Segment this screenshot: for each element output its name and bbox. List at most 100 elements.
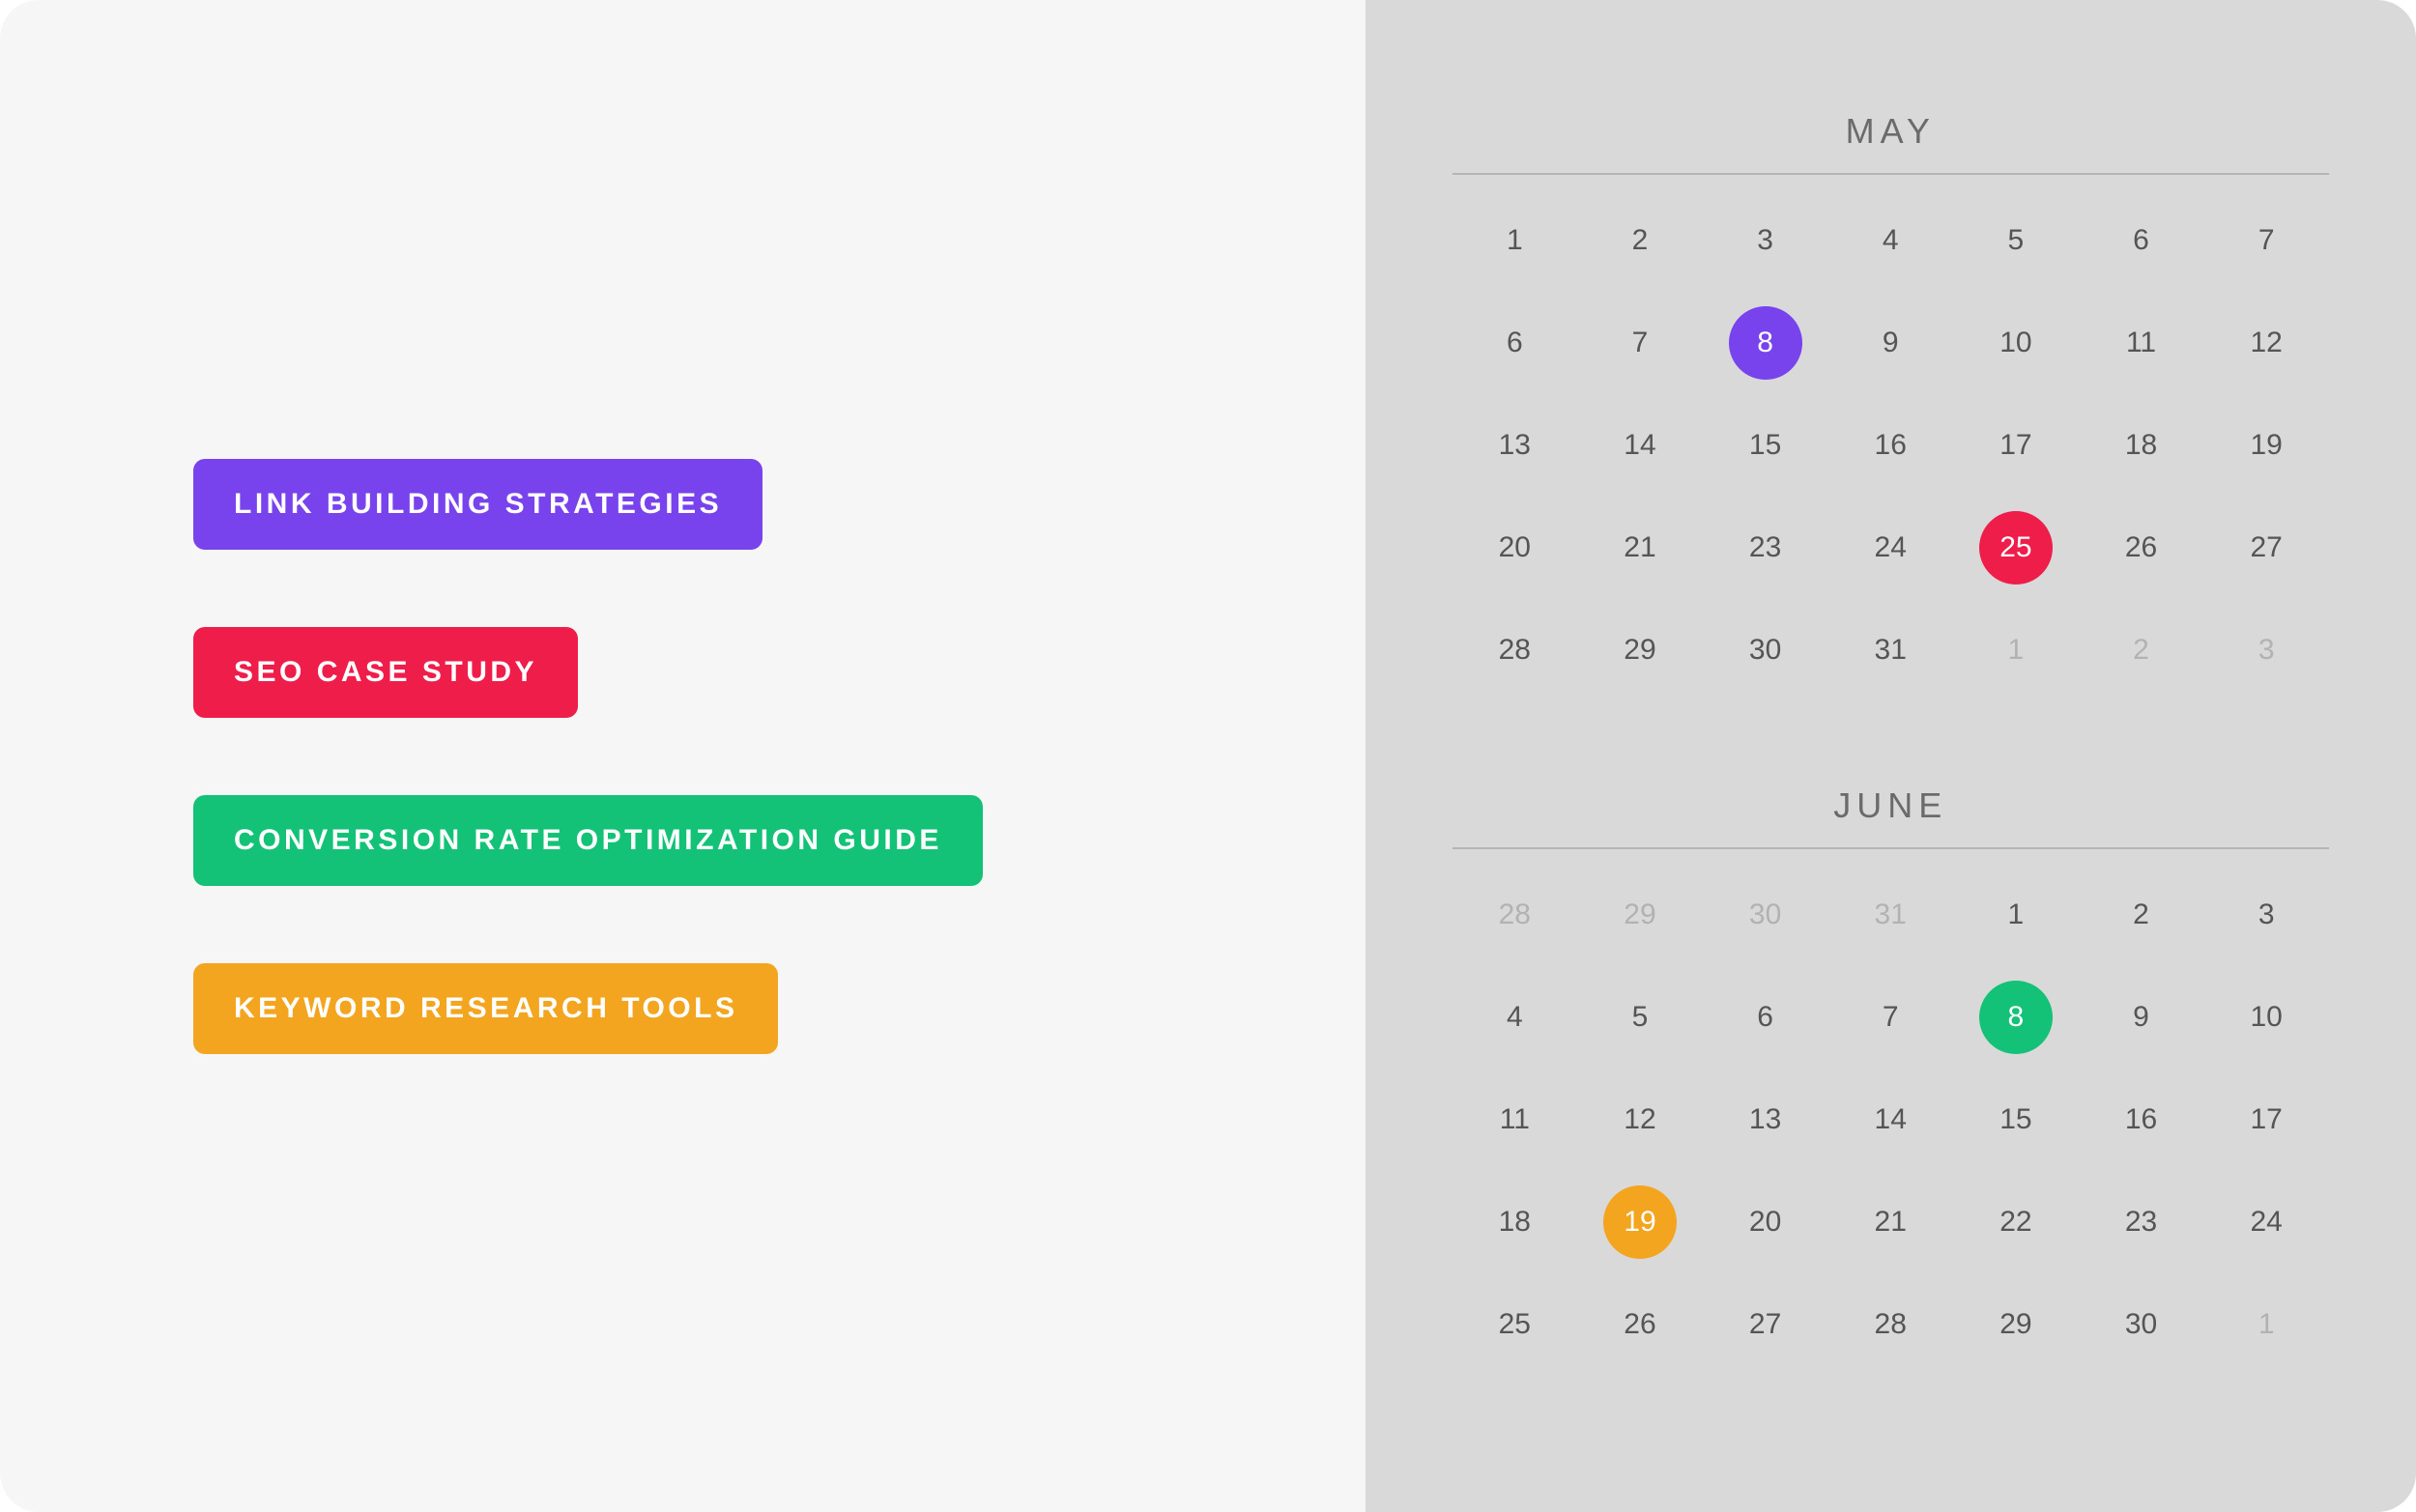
calendar-day[interactable]: 29 (1577, 876, 1703, 954)
calendar-day[interactable]: 11 (2079, 304, 2204, 382)
calendar-day[interactable]: 14 (1827, 1081, 1953, 1158)
calendar-day[interactable]: 6 (1703, 979, 1828, 1056)
day-number: 2 (2133, 899, 2149, 931)
day-number: 27 (1749, 1308, 1781, 1341)
calendar-day[interactable]: 16 (2079, 1081, 2204, 1158)
calendar-day[interactable]: 25 (1452, 1286, 1578, 1363)
day-number: 28 (1499, 899, 1531, 931)
calendar-day[interactable]: 14 (1577, 407, 1703, 484)
calendar-day[interactable]: 24 (1827, 509, 1953, 586)
calendar-day[interactable]: 16 (1827, 407, 1953, 484)
calendar-day[interactable]: 1 (1953, 876, 2079, 954)
tag-keyword-tools[interactable]: Keyword Research Tools (193, 963, 778, 1054)
calendar-day[interactable]: 13 (1452, 407, 1578, 484)
day-number: 1 (2008, 899, 2025, 931)
calendar-day[interactable]: 27 (1703, 1286, 1828, 1363)
calendar-day[interactable]: 7 (1827, 979, 1953, 1056)
day-number: 2 (2133, 634, 2149, 667)
day-number: 2 (1632, 224, 1649, 257)
calendar-day[interactable]: 7 (1577, 304, 1703, 382)
calendar-day[interactable]: 3 (1703, 202, 1828, 279)
calendar-day[interactable]: 27 (2203, 509, 2329, 586)
calendar-day-marked[interactable]: 25 (1953, 509, 2079, 586)
calendar-day[interactable]: 26 (1577, 1286, 1703, 1363)
calendar-day[interactable]: 29 (1577, 612, 1703, 689)
calendar-day[interactable]: 24 (2203, 1184, 2329, 1261)
day-number: 17 (2250, 1103, 2282, 1136)
calendar-day[interactable]: 23 (2079, 1184, 2204, 1261)
day-number: 13 (1749, 1103, 1781, 1136)
calendar-day[interactable]: 31 (1827, 876, 1953, 954)
calendar-day[interactable]: 13 (1703, 1081, 1828, 1158)
calendar-day[interactable]: 2 (1577, 202, 1703, 279)
calendar-day[interactable]: 9 (1827, 304, 1953, 382)
day-number: 29 (1624, 634, 1655, 667)
calendar-day[interactable]: 23 (1703, 509, 1828, 586)
tag-cro-guide[interactable]: Conversion Rate Optimization Guide (193, 795, 983, 886)
day-number: 26 (2125, 531, 2157, 564)
calendar-grid: 1234567678910111213141516171819202123242… (1452, 202, 2330, 689)
tag-seo-case-study[interactable]: SEO Case Study (193, 627, 578, 718)
calendar-day[interactable]: 6 (2079, 202, 2204, 279)
calendar-day[interactable]: 20 (1452, 509, 1578, 586)
calendar-day[interactable]: 6 (1452, 304, 1578, 382)
calendar-day[interactable]: 19 (2203, 407, 2329, 484)
day-number: 26 (1624, 1308, 1655, 1341)
calendar-day-marked[interactable]: 19 (1577, 1184, 1703, 1261)
calendar-day[interactable]: 2 (2079, 876, 2204, 954)
calendar-day[interactable]: 4 (1827, 202, 1953, 279)
calendar-day[interactable]: 10 (1953, 304, 2079, 382)
calendar-day[interactable]: 28 (1452, 612, 1578, 689)
calendar-day[interactable]: 12 (1577, 1081, 1703, 1158)
calendar-day[interactable]: 31 (1827, 612, 1953, 689)
calendar-day[interactable]: 26 (2079, 509, 2204, 586)
calendar-day[interactable]: 17 (2203, 1081, 2329, 1158)
calendar-day[interactable]: 7 (2203, 202, 2329, 279)
calendar-day[interactable]: 28 (1827, 1286, 1953, 1363)
calendar-day[interactable]: 12 (2203, 304, 2329, 382)
calendar-day[interactable]: 20 (1703, 1184, 1828, 1261)
calendar-day[interactable]: 5 (1577, 979, 1703, 1056)
calendar-day[interactable]: 17 (1953, 407, 2079, 484)
calendar-day[interactable]: 1 (2203, 1286, 2329, 1363)
calendar-day[interactable]: 30 (1703, 612, 1828, 689)
calendar-day[interactable]: 15 (1703, 407, 1828, 484)
calendar-day[interactable]: 18 (1452, 1184, 1578, 1261)
calendar-day[interactable]: 28 (1452, 876, 1578, 954)
calendar-day[interactable]: 21 (1577, 509, 1703, 586)
calendar-day[interactable]: 10 (2203, 979, 2329, 1056)
day-number: 12 (1624, 1103, 1655, 1136)
calendar-day[interactable]: 21 (1827, 1184, 1953, 1261)
calendar-day[interactable]: 3 (2203, 876, 2329, 954)
calendar-day[interactable]: 18 (2079, 407, 2204, 484)
day-number: 15 (1749, 429, 1781, 462)
day-number: 19 (2250, 429, 2282, 462)
calendar-day[interactable]: 1 (1953, 612, 2079, 689)
day-number: 24 (1875, 531, 1907, 564)
calendar-day[interactable]: 29 (1953, 1286, 2079, 1363)
day-number: 21 (1875, 1206, 1907, 1239)
day-number: 3 (2258, 899, 2275, 931)
calendar-day[interactable]: 15 (1953, 1081, 2079, 1158)
day-number: 11 (2126, 327, 2156, 359)
day-number: 28 (1875, 1308, 1907, 1341)
calendar-day[interactable]: 2 (2079, 612, 2204, 689)
calendar-day[interactable]: 5 (1953, 202, 2079, 279)
calendar-day[interactable]: 9 (2079, 979, 2204, 1056)
day-number: 29 (1999, 1308, 2031, 1341)
day-number: 9 (1883, 327, 1899, 359)
calendar-day-marked[interactable]: 8 (1953, 979, 2079, 1056)
day-number: 7 (2258, 224, 2275, 257)
day-number: 10 (2250, 1001, 2282, 1034)
tag-link-building[interactable]: Link Building Strategies (193, 459, 762, 550)
calendar-day[interactable]: 1 (1452, 202, 1578, 279)
calendar-day[interactable]: 4 (1452, 979, 1578, 1056)
calendar-day[interactable]: 3 (2203, 612, 2329, 689)
day-number: 17 (1999, 429, 2031, 462)
calendar-day[interactable]: 30 (1703, 876, 1828, 954)
day-number: 30 (1749, 634, 1781, 667)
calendar-day[interactable]: 30 (2079, 1286, 2204, 1363)
calendar-day-marked[interactable]: 8 (1703, 304, 1828, 382)
calendar-day[interactable]: 11 (1452, 1081, 1578, 1158)
calendar-day[interactable]: 22 (1953, 1184, 2079, 1261)
